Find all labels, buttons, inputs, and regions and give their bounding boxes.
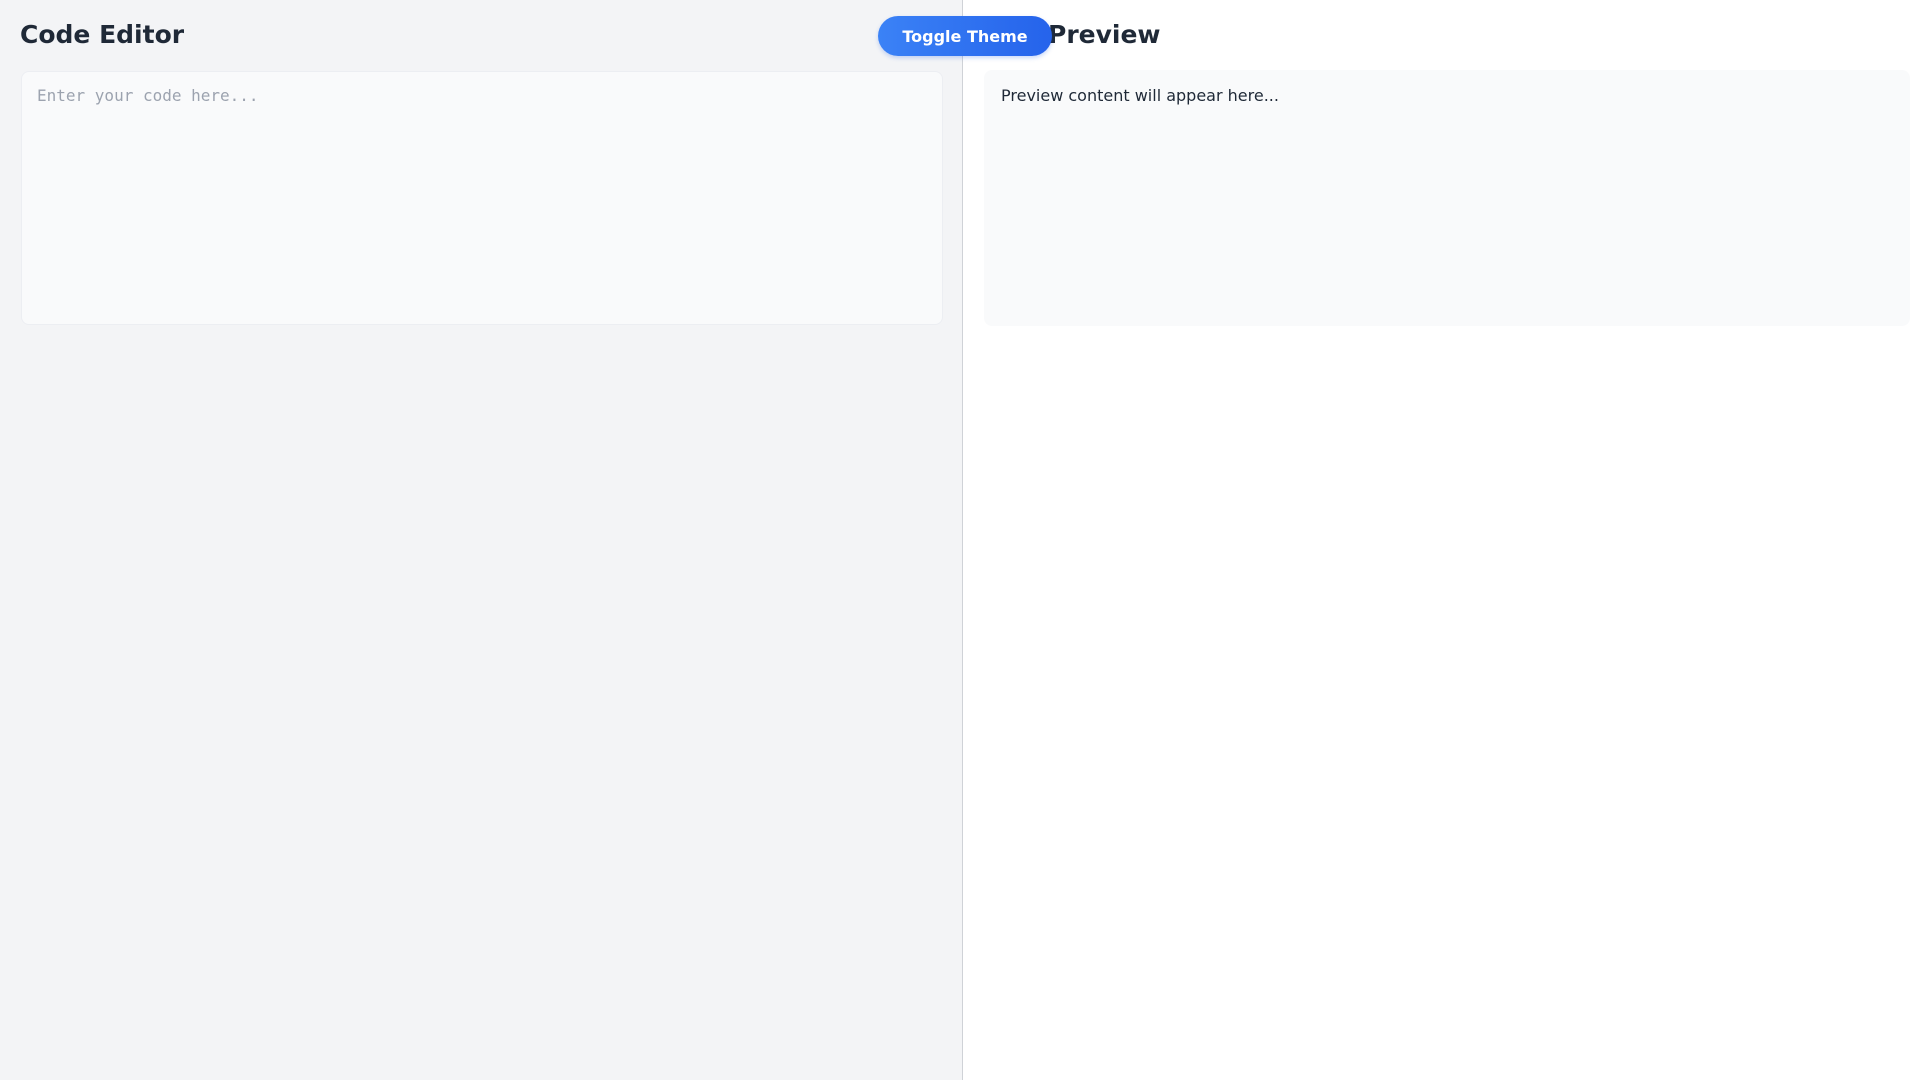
editor-pane: Code Editor <box>0 0 963 1080</box>
toggle-theme-button[interactable]: Toggle Theme <box>878 16 1052 56</box>
preview-content: Preview content will appear here... <box>1001 86 1279 105</box>
preview-title: Preview <box>1048 20 1161 49</box>
code-input[interactable] <box>21 71 943 325</box>
preview-pane: Preview Preview content will appear here… <box>963 0 1920 1080</box>
preview-output: Preview content will appear here... <box>984 70 1910 326</box>
app-root: Code Editor Preview Preview content will… <box>0 0 1920 1080</box>
editor-title: Code Editor <box>20 20 185 49</box>
